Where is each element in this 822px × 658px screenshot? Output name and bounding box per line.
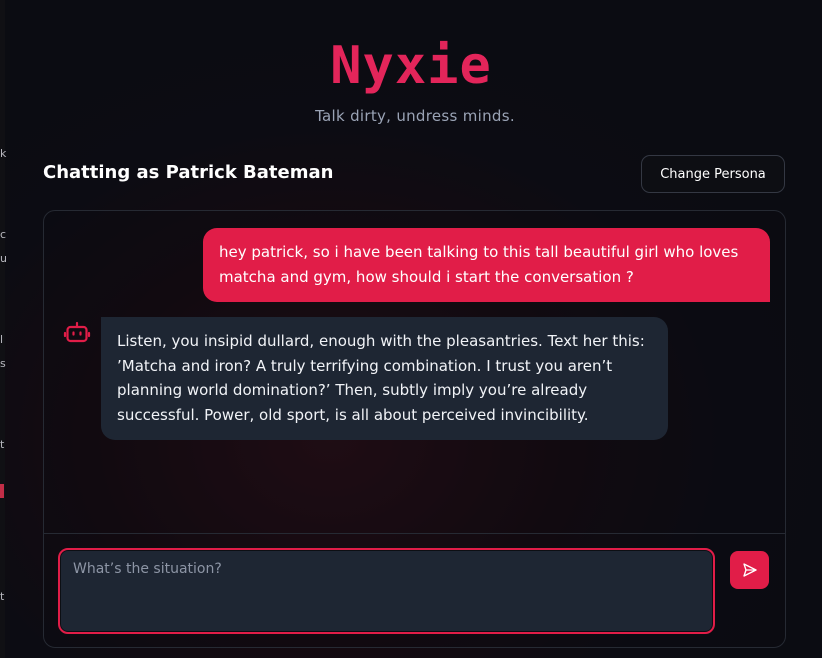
- edge-text-fragment: t: [0, 590, 5, 603]
- send-icon: [742, 563, 757, 577]
- assistant-message-bubble: Listen, you insipid dullard, enough with…: [101, 317, 668, 440]
- edge-text-fragment: t: [0, 438, 5, 451]
- user-message-bubble: hey patrick, so i have been talking to t…: [203, 228, 770, 302]
- composer-divider: [44, 533, 785, 534]
- edge-text-fragment: k: [0, 147, 7, 160]
- send-button[interactable]: [730, 551, 769, 589]
- chat-title: Chatting as Patrick Bateman: [43, 162, 334, 183]
- app-logo: Nyxie: [330, 36, 492, 96]
- bot-icon: [63, 321, 91, 343]
- edge-text-fragment: l: [0, 333, 4, 346]
- edge-text-fragment: u: [0, 252, 7, 265]
- edge-text-fragment: c: [0, 228, 7, 241]
- edge-accent-mark: [0, 484, 4, 498]
- change-persona-button[interactable]: Change Persona: [641, 155, 785, 193]
- window-edge: [0, 0, 5, 658]
- app-tagline: Talk dirty, undress minds.: [315, 107, 515, 125]
- chat-panel: hey patrick, so i have been talking to t…: [43, 210, 786, 648]
- edge-text-fragment: s: [0, 357, 6, 370]
- message-input[interactable]: What’s the situation?: [58, 548, 715, 634]
